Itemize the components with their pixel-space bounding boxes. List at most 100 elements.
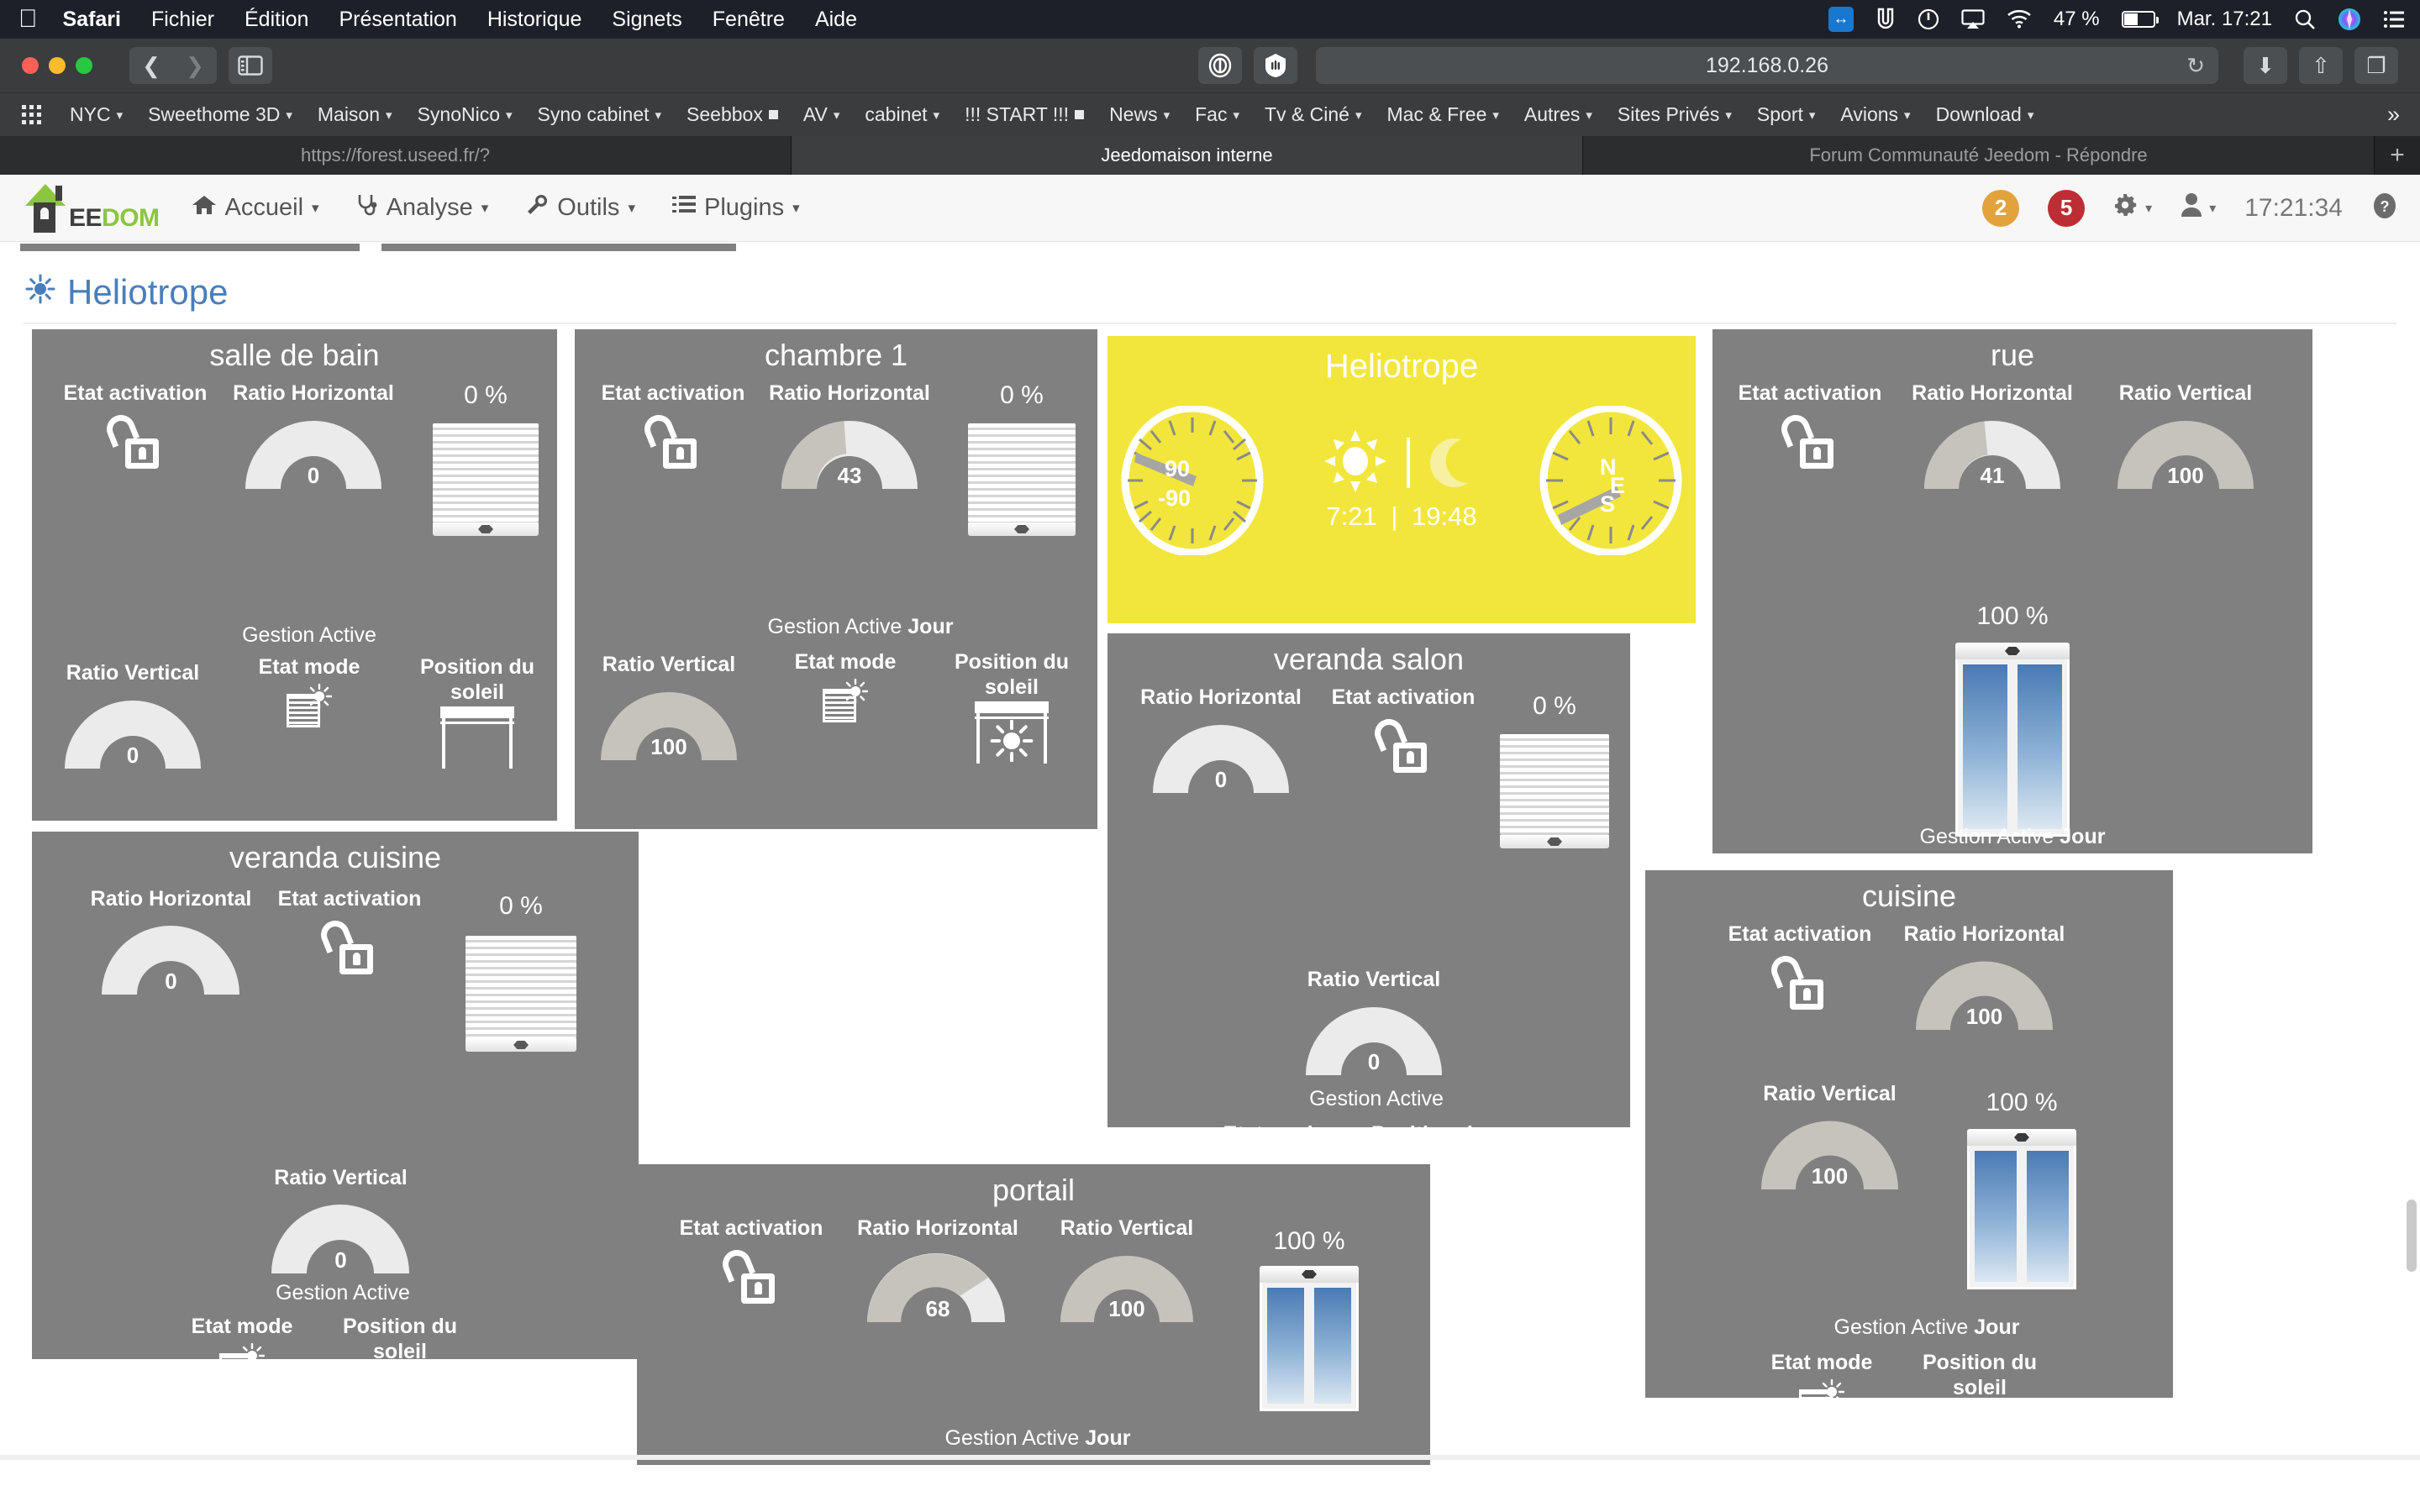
search-icon[interactable]	[2294, 8, 2316, 30]
browser-tab-forest[interactable]: https://forest.useed.fr/?	[0, 136, 792, 175]
magnet-icon[interactable]	[1876, 8, 1896, 31]
warning-badge[interactable]: 2	[1982, 189, 2020, 227]
bookmark-fac[interactable]: Fac ▾	[1195, 103, 1239, 126]
bookmark-autres[interactable]: Autres ▾	[1524, 103, 1592, 126]
bookmark-sites-prives[interactable]: Sites Privés ▾	[1618, 103, 1732, 126]
tab-overview-button[interactable]: ❐	[2354, 47, 2398, 84]
close-window-button[interactable]	[22, 57, 39, 74]
settings-menu-button[interactable]: ▾	[2113, 192, 2152, 224]
back-button[interactable]: ❮	[129, 47, 173, 84]
address-bar[interactable]: 192.168.0.26 ↻	[1316, 47, 2218, 84]
widget-heliotrope[interactable]: Heliotrope 90 -90 7:21 | 19:48 N E S	[1107, 336, 1696, 623]
shutter-closed-icon[interactable]	[466, 936, 576, 1052]
bookmark-seebbox[interactable]: Seebbox	[687, 103, 778, 126]
shutter-sun-icon[interactable]	[1799, 1378, 1844, 1398]
unlock-icon[interactable]	[639, 410, 703, 470]
help-icon[interactable]: ?	[2371, 192, 2398, 223]
widget-portail[interactable]: portail Etat activation Ratio Horizontal…	[637, 1164, 1430, 1465]
downloads-button[interactable]: ⬇	[2244, 47, 2287, 84]
control-center-icon[interactable]	[2383, 10, 2405, 29]
nav-item-accueil[interactable]: Accueil ▾	[192, 194, 319, 223]
widget-rue[interactable]: rue Etat activation Ratio Horizontal 41	[1712, 329, 2312, 853]
bookmark-sweethome-3d[interactable]: Sweethome 3D ▾	[148, 103, 292, 126]
show-all-bookmarks-icon[interactable]	[22, 105, 41, 124]
shutter-sun-icon[interactable]	[823, 678, 868, 722]
menubar-clock[interactable]: Mar. 17:21	[2177, 8, 2272, 31]
widget-cuisine[interactable]: cuisine Etat activation Ratio Horizontal…	[1645, 870, 2173, 1398]
shutter-closed-icon[interactable]	[1500, 734, 1609, 848]
bookmark-av[interactable]: AV ▾	[803, 103, 840, 126]
sidebar-toggle-button[interactable]	[229, 47, 272, 84]
widget-veranda-salon[interactable]: veranda salon Ratio Horizontal 0 Etat ac…	[1107, 633, 1630, 1127]
chevron-down-icon: ▾	[1163, 108, 1171, 123]
browser-tab-jeedomaison[interactable]: Jeedomaison interne	[792, 136, 1583, 175]
unlock-icon[interactable]	[718, 1245, 781, 1305]
apple-menu-icon[interactable]: 	[18, 7, 38, 32]
shutter-closed-icon[interactable]	[968, 423, 1076, 536]
bookmark-download[interactable]: Download ▾	[1936, 103, 2034, 126]
menu-item-historique[interactable]: Historique	[487, 8, 582, 32]
menu-item-presentation[interactable]: Présentation	[339, 8, 456, 32]
bookmark-syno-cabinet[interactable]: Syno cabinet ▾	[538, 103, 662, 126]
bookmark-avions[interactable]: Avions ▾	[1840, 103, 1910, 126]
widget-veranda-cuisine[interactable]: veranda cuisine Ratio Horizontal 0 Etat …	[32, 832, 639, 1359]
menu-item-safari[interactable]: Safari	[63, 8, 121, 32]
bookmark-maison[interactable]: Maison ▾	[318, 103, 392, 126]
bookmark-start[interactable]: !!! START !!!	[965, 103, 1085, 126]
awning-sun-icon[interactable]	[975, 701, 1049, 764]
widget-salle-de-bain[interactable]: salle de bain Etat activation Ratio Hori…	[32, 329, 557, 821]
nav-item-plugins[interactable]: Plugins ▾	[671, 194, 800, 222]
unlock-icon[interactable]	[1776, 410, 1840, 470]
browser-tab-forum[interactable]: Forum Communauté Jeedom - Répondre	[1583, 136, 2375, 175]
widget-chambre-1[interactable]: chambre 1 Etat activation Ratio Horizont…	[575, 329, 1097, 829]
window-traffic-lights[interactable]	[22, 57, 92, 74]
menu-item-fichier[interactable]: Fichier	[151, 8, 214, 32]
bookmark-sport[interactable]: Sport ▾	[1757, 103, 1816, 126]
menu-item-fenetre[interactable]: Fenêtre	[713, 8, 785, 32]
bookmark-news[interactable]: News ▾	[1109, 103, 1170, 126]
shutter-percent: 0 %	[1000, 381, 1044, 409]
bookmarks-overflow-button[interactable]: »	[2387, 102, 2400, 128]
unlock-icon[interactable]	[316, 916, 380, 976]
battery-icon[interactable]	[2121, 11, 2159, 28]
nav-item-analyse[interactable]: Analyse ▾	[356, 193, 488, 223]
reader-mode-button[interactable]	[1198, 47, 1242, 84]
user-menu-button[interactable]: ▾	[2181, 192, 2216, 224]
unlock-icon[interactable]	[1370, 714, 1434, 774]
minimize-window-button[interactable]	[49, 57, 66, 74]
bookmark-cabinet[interactable]: cabinet ▾	[865, 103, 939, 126]
shutter-sun-icon[interactable]	[219, 1342, 265, 1359]
reload-icon[interactable]: ↻	[2186, 53, 2205, 79]
airplay-icon[interactable]	[1961, 9, 1985, 29]
nav-item-outils[interactable]: Outils ▾	[525, 193, 635, 223]
siri-icon[interactable]	[2338, 8, 2361, 31]
menu-item-edition[interactable]: Édition	[245, 8, 308, 32]
bookmark-nyc[interactable]: NYC ▾	[70, 103, 123, 126]
jeedom-logo[interactable]: EEDOM	[22, 183, 160, 233]
menu-item-aide[interactable]: Aide	[815, 8, 857, 32]
bookmark-tv-cine[interactable]: Tv & Ciné ▾	[1265, 103, 1362, 126]
wifi-icon[interactable]	[2007, 10, 2032, 29]
window-open-icon[interactable]	[1967, 1129, 2076, 1289]
bookmark-synonico[interactable]: SynoNico ▾	[418, 103, 513, 126]
share-button[interactable]: ⇧	[2299, 47, 2343, 84]
bookmark-mac-free[interactable]: Mac & Free ▾	[1387, 103, 1499, 126]
unlock-icon[interactable]	[1766, 951, 1830, 1011]
teamviewer-icon[interactable]: ↔	[1828, 7, 1854, 32]
maximize-window-button[interactable]	[76, 57, 92, 74]
forward-button[interactable]: ❯	[173, 47, 217, 84]
window-open-icon[interactable]	[1260, 1266, 1359, 1411]
tab-bar: https://forest.useed.fr/? Jeedomaison in…	[0, 136, 2420, 175]
shutter-closed-icon[interactable]	[433, 423, 539, 536]
page-scrollbar[interactable]	[2407, 1200, 2417, 1272]
error-badge[interactable]: 5	[2048, 189, 2086, 227]
awning-icon[interactable]	[440, 706, 514, 769]
navigation-buttons[interactable]: ❮ ❯	[129, 47, 217, 84]
window-open-icon[interactable]	[1955, 643, 2070, 837]
unlock-icon[interactable]	[102, 410, 166, 470]
shutter-sun-icon[interactable]	[287, 683, 332, 727]
content-blocker-icon[interactable]	[1254, 47, 1297, 84]
new-tab-button[interactable]: +	[2375, 136, 2420, 175]
menu-item-signets[interactable]: Signets	[612, 8, 681, 32]
power-icon[interactable]	[1918, 8, 1939, 30]
